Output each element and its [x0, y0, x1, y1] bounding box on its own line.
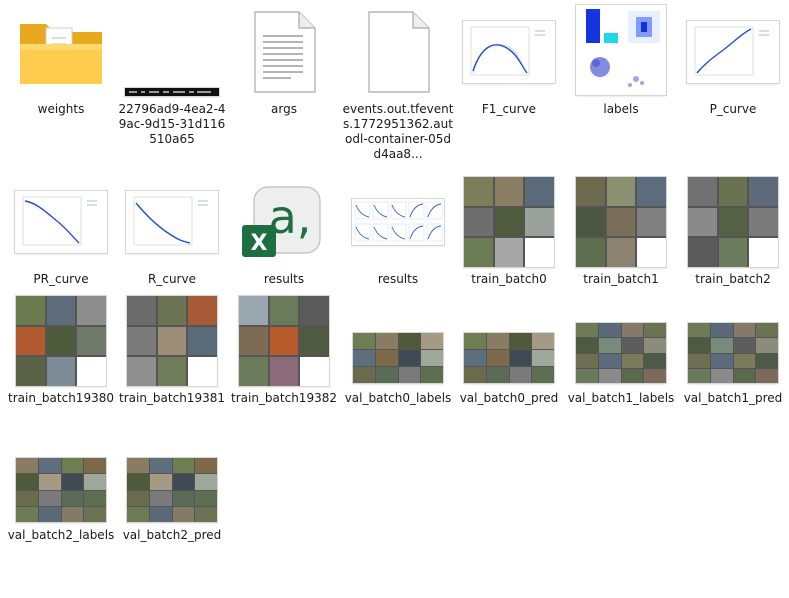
image-thumbnail: [677, 174, 789, 270]
image-thumbnail: [5, 293, 117, 389]
image-thumbnail: [116, 293, 228, 389]
file-tile-image-strip[interactable]: 22796ad9-4ea2-49ac-9d15-31d116510a65: [116, 4, 228, 172]
file-name: val_batch1_pred: [683, 391, 783, 405]
file-tile-args[interactable]: args: [228, 4, 340, 172]
file-name: results: [263, 272, 305, 286]
file-name: weights: [37, 102, 85, 116]
excel-icon: a, X: [228, 174, 340, 270]
file-name: labels: [603, 102, 639, 116]
file-name: train_batch0: [471, 272, 547, 286]
file-name: val_batch1_labels: [567, 391, 675, 405]
image-thumbnail: [116, 430, 228, 526]
file-name: F1_curve: [481, 102, 537, 116]
file-name: 22796ad9-4ea2-49ac-9d15-31d116510a65: [118, 102, 226, 146]
text-document-icon: [228, 4, 340, 100]
file-tile-val-batch2-pred[interactable]: val_batch2_pred: [116, 430, 228, 598]
file-tile-labels[interactable]: labels: [565, 4, 677, 172]
file-name: train_batch2: [695, 272, 771, 286]
file-tile-weights[interactable]: weights: [5, 4, 117, 172]
file-name: R_curve: [148, 272, 196, 286]
image-thumbnail: [116, 4, 228, 100]
file-tile-val-batch1-pred[interactable]: val_batch1_pred: [677, 293, 789, 461]
svg-text:X: X: [251, 231, 268, 256]
file-tile-events[interactable]: events.out.tfevents.1772951362.autodl-co…: [342, 4, 454, 172]
file-name: train_batch19381: [119, 391, 225, 405]
file-tile-val-batch0-pred[interactable]: val_batch0_pred: [453, 293, 565, 461]
file-name: events.out.tfevents.1772951362.autodl-co…: [342, 102, 454, 161]
file-name: train_batch19380: [8, 391, 114, 405]
file-tile-train-batch19382[interactable]: train_batch19382: [228, 293, 340, 461]
file-name: args: [271, 102, 297, 116]
image-thumbnail: [342, 293, 454, 389]
file-tile-val-batch2-labels[interactable]: val_batch2_labels: [5, 430, 117, 598]
file-name: PR_curve: [33, 272, 89, 286]
image-thumbnail: [5, 430, 117, 526]
image-thumbnail: [453, 4, 565, 100]
file-name: val_batch0_labels: [344, 391, 452, 405]
file-name: P_curve: [709, 102, 757, 116]
image-thumbnail: [342, 174, 454, 270]
file-tile-val-batch1-labels[interactable]: val_batch1_labels: [565, 293, 677, 461]
file-name: results: [377, 272, 419, 286]
file-name: train_batch1: [583, 272, 659, 286]
file-name: val_batch2_labels: [7, 528, 115, 542]
blank-document-icon: [342, 4, 454, 100]
file-tile-f1-curve[interactable]: F1_curve: [453, 4, 565, 172]
image-thumbnail: [565, 4, 677, 100]
file-name: val_batch0_pred: [459, 391, 559, 405]
image-thumbnail: [116, 174, 228, 270]
file-tile-val-batch0-labels[interactable]: val_batch0_labels: [342, 293, 454, 461]
image-thumbnail: [228, 293, 340, 389]
image-thumbnail: [565, 174, 677, 270]
folder-icon: [5, 4, 117, 100]
file-tile-p-curve[interactable]: P_curve: [677, 4, 789, 172]
image-thumbnail: [677, 4, 789, 100]
image-thumbnail: [565, 293, 677, 389]
image-thumbnail: [677, 293, 789, 389]
image-thumbnail: [453, 293, 565, 389]
image-thumbnail: [453, 174, 565, 270]
file-name: val_batch2_pred: [122, 528, 222, 542]
file-name: train_batch19382: [231, 391, 337, 405]
image-thumbnail: [5, 174, 117, 270]
